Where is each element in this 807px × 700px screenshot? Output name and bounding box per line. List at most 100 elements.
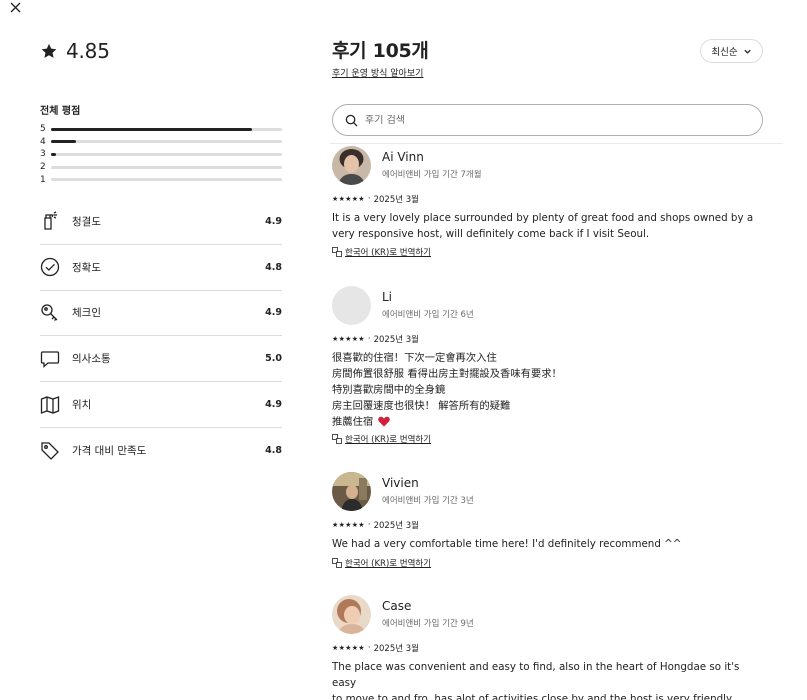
overall-rating-title: 전체 평점	[40, 106, 81, 117]
category-location: 위치 4.9	[40, 382, 282, 428]
review-stars: ★★★★★	[332, 195, 365, 203]
sort-button[interactable]: 최신순	[700, 39, 763, 63]
review-meta: ★★★★★ · 2025년 3월	[332, 333, 419, 345]
category-name: 청결도	[72, 215, 101, 228]
translate-link[interactable]: 한국어 (KR)로 번역하기	[332, 557, 431, 569]
review-text: We had a very comfortable time here! I'd…	[332, 538, 682, 550]
key-icon	[40, 303, 60, 323]
review-meta: ★★★★★ · 2025년 3월	[332, 519, 419, 531]
category-score: 4.9	[265, 399, 282, 411]
translate-icon	[332, 247, 342, 257]
review-search-box[interactable]	[332, 104, 763, 136]
distribution-fill	[51, 127, 252, 131]
category-accuracy: 정확도 4.8	[40, 245, 282, 291]
translate-link[interactable]: 한국어 (KR)로 번역하기	[332, 433, 431, 445]
distribution-row-3: 3	[40, 148, 282, 161]
star-icon	[41, 43, 57, 58]
reviews-title: 후기 105개	[332, 40, 429, 62]
how-reviews-work-link[interactable]: 후기 운영 방식 알아보기	[332, 66, 423, 79]
distribution-row-5: 5	[40, 123, 282, 136]
chat-bubble-icon	[40, 349, 60, 369]
category-name: 정확도	[72, 261, 101, 274]
distribution-bar	[51, 152, 282, 156]
distribution-label: 1	[40, 174, 46, 185]
review-stars: ★★★★★	[332, 644, 365, 652]
reviewer-name: Ai Vinn	[382, 150, 424, 164]
distribution-label: 3	[40, 149, 46, 160]
rating-distribution: 5 4 3 2 1	[40, 123, 282, 186]
header-divider	[330, 143, 783, 144]
category-name: 의사소통	[72, 353, 111, 366]
meta-separator: ·	[367, 520, 371, 530]
category-score: 4.8	[265, 261, 282, 273]
translate-link[interactable]: 한국어 (KR)로 번역하기	[332, 246, 431, 258]
distribution-bar	[51, 127, 282, 131]
category-value: 가격 대비 만족도 4.8	[40, 428, 282, 474]
translate-icon	[332, 558, 342, 568]
review-date: 2025년 3월	[373, 644, 419, 654]
chevron-down-icon	[743, 49, 751, 54]
meta-separator: ·	[367, 334, 371, 344]
avatar[interactable]	[332, 286, 371, 325]
review-text: It is a very lovely place surrounded by …	[332, 212, 754, 240]
distribution-label: 2	[40, 162, 46, 173]
distribution-fill	[51, 152, 56, 156]
distribution-bar	[51, 178, 282, 182]
review-text: 很喜歡的住宿！下次一定會再次入住 房間佈置很舒服 看得出房主對擺設及香味有要求！…	[332, 352, 562, 428]
review-date: 2025년 3월	[373, 195, 419, 205]
avatar[interactable]	[332, 146, 371, 185]
review-date: 2025년 3월	[373, 335, 419, 345]
category-name: 체크인	[72, 307, 101, 320]
avatar[interactable]	[332, 595, 371, 634]
meta-separator: ·	[367, 643, 371, 653]
close-icon	[10, 2, 20, 12]
category-communication: 의사소통 5.0	[40, 336, 282, 383]
distribution-bar	[51, 165, 282, 169]
heart-icon	[378, 416, 390, 427]
reviewer-membership: 에어비앤비 가입 기간 9년	[382, 619, 474, 629]
reviewer-membership: 에어비앤비 가입 기간 7개월	[382, 170, 482, 180]
translate-label: 한국어 (KR)로 번역하기	[345, 248, 432, 258]
category-cleanliness: 청결도 4.9	[40, 199, 282, 245]
review-stars: ★★★★★	[332, 335, 365, 343]
close-button[interactable]	[6, 0, 24, 16]
meta-separator: ·	[367, 194, 371, 204]
category-name: 위치	[72, 399, 92, 412]
reviewer-membership: 에어비앤비 가입 기간 6년	[382, 310, 474, 320]
distribution-label: 5	[40, 124, 46, 135]
review-meta: ★★★★★ · 2025년 3월	[332, 642, 419, 654]
category-checkin: 체크인 4.9	[40, 291, 282, 337]
translate-label: 한국어 (KR)로 번역하기	[345, 435, 432, 445]
map-icon	[40, 395, 60, 415]
category-ratings: 청결도 4.9 정확도 4.8 체크인 4.9 의사소통 5.0 위치 4.9 …	[40, 199, 282, 474]
category-score: 4.9	[265, 307, 282, 319]
search-icon	[345, 114, 358, 127]
avatar[interactable]	[332, 472, 371, 511]
cleaning-spray-icon	[40, 211, 60, 231]
category-name: 가격 대비 만족도	[72, 445, 147, 458]
rating-header: 4.85	[40, 36, 282, 66]
category-score: 5.0	[265, 353, 282, 365]
review-search-input[interactable]	[365, 114, 725, 126]
category-score: 4.8	[265, 445, 282, 457]
review-stars: ★★★★★	[332, 521, 365, 529]
translate-icon	[332, 434, 342, 444]
distribution-row-1: 1	[40, 173, 282, 186]
review-meta: ★★★★★ · 2025년 3월	[332, 193, 419, 205]
translate-label: 한국어 (KR)로 번역하기	[345, 559, 432, 569]
distribution-bar	[51, 140, 282, 144]
rating-summary: 4.85	[40, 36, 282, 66]
distribution-label: 4	[40, 136, 46, 147]
overall-rating: 4.85	[66, 39, 110, 63]
review-date: 2025년 3월	[373, 521, 419, 531]
check-circle-icon	[40, 257, 60, 277]
reviewer-name: Case	[382, 599, 412, 613]
price-tag-icon	[40, 441, 60, 461]
distribution-fill	[51, 140, 77, 144]
reviewer-name: Vivien	[382, 476, 419, 490]
reviewer-membership: 에어비앤비 가입 기간 3년	[382, 496, 474, 506]
review-text: The place was convenient and easy to fin…	[332, 661, 740, 700]
distribution-row-2: 2	[40, 161, 282, 174]
sort-label: 최신순	[711, 47, 738, 58]
reviewer-name: Li	[382, 290, 393, 304]
